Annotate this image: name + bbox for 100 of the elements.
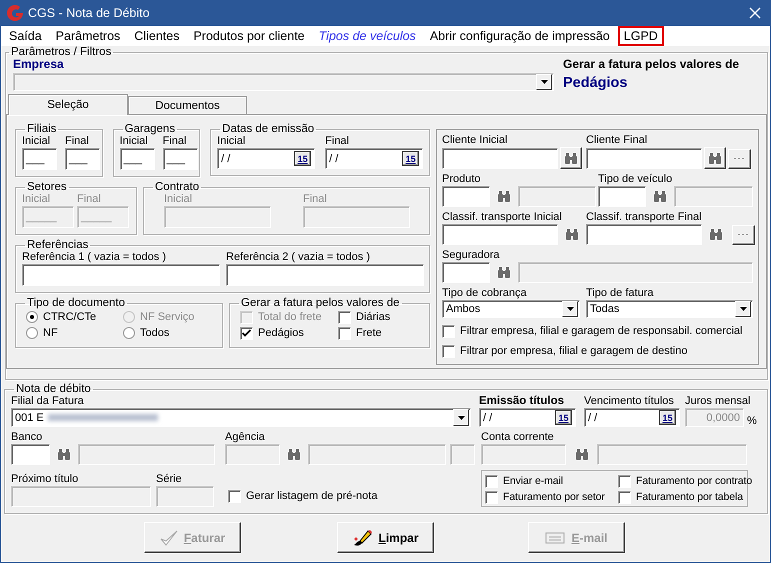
close-icon[interactable] [749,7,761,19]
field-label: Conta corrente [481,431,555,444]
binoculars-icon [497,191,511,202]
field-label: Classif. transporte Inicial [442,211,563,224]
input-field[interactable]: / / 15 [325,148,424,169]
radio-label: NF [43,327,58,339]
checkmark-icon [242,329,251,337]
checkbox-label: Filtrar por empresa, filial e garagem de destino [460,345,688,357]
input-field[interactable] [586,148,702,169]
field-label: Inicial [120,135,149,148]
tab[interactable]: Seleção [8,94,128,115]
group-title: Nota de débito [15,383,92,395]
binoculars-icon [57,449,71,460]
calendar-button[interactable]: 15 [294,151,312,166]
menu-item[interactable]: LGPD [618,26,664,46]
app-logo-icon [6,4,24,22]
input-field[interactable] [586,224,702,245]
checkbox[interactable] [240,326,253,340]
checkbox[interactable] [442,324,455,338]
binoculars-icon [287,449,301,460]
menu-item[interactable]: Abrir configuração de impressão [424,26,616,46]
dropdown-button[interactable] [453,409,469,426]
checkmark-icon [160,530,178,546]
field-label: Próximo título [11,473,80,486]
field-label: Final [325,135,350,148]
description-field [450,444,475,465]
checkbox[interactable] [338,310,351,324]
checkbox[interactable] [228,490,241,502]
checkbox[interactable] [618,490,631,504]
input-field[interactable]: / / 15 [217,148,316,169]
group-title: Parâmetros / Filtros [10,46,112,58]
field-label: Final [162,135,188,148]
menu-item[interactable]: Clientes [128,26,186,46]
value-text: Pedágios [563,75,628,91]
more-button[interactable] [732,225,755,245]
input-field[interactable] [442,148,558,169]
input-field[interactable] [442,186,490,207]
checkbox[interactable] [485,474,498,488]
input-field[interactable]: / / 15 [479,408,576,427]
calendar-button[interactable]: 15 [402,151,420,166]
field-label: Agência [225,431,266,444]
group-title: Contrato [154,181,200,193]
field-label: Final [65,135,90,148]
field-label: Gerar a fatura pelos valores de [563,58,740,73]
checkbox-label: Gerar listagem de pré-nota [246,490,378,502]
input-field[interactable] [22,264,220,286]
input-field[interactable]: ___ [120,148,155,170]
input-field[interactable] [598,186,646,207]
dropdown-button[interactable] [562,301,578,317]
checkbox-label: Enviar e-mail [503,475,563,487]
dropdown-button[interactable] [735,301,751,317]
checkbox-label: Faturamento por contrato [636,475,752,487]
input-field[interactable]: ___ [162,148,198,170]
radio-button[interactable] [26,327,38,339]
checkbox[interactable] [618,474,631,488]
radio-label: CTRC/CTe [43,311,96,323]
more-button[interactable] [728,149,751,169]
input-field[interactable] [226,264,424,286]
field-label: Inicial [217,135,246,148]
checkbox-label: Diárias [356,311,390,323]
group-title: Filiais [26,123,58,135]
menu-item[interactable]: Saída [3,26,48,46]
input-field[interactable]: ___ [22,148,57,170]
dropdown-field[interactable]: 001 E [11,408,471,427]
binoculars-icon [708,152,722,164]
group-title: Gerar a fatura pelos valores de [240,297,401,309]
input-field[interactable]: ___ [65,148,100,170]
search-button[interactable] [704,147,726,169]
dropdown-field[interactable]: Todas [586,300,753,318]
calendar-button[interactable]: 15 [659,410,676,425]
field-label: Cliente Final [586,134,648,147]
input-field[interactable] [11,444,50,465]
field-label: Final [77,193,102,206]
menu-item[interactable]: Tipos de veículos [312,26,422,46]
field-label: Inicial [164,193,194,206]
binoculars-icon [653,191,667,202]
tab[interactable]: Documentos [128,96,247,114]
input-field[interactable] [442,262,490,283]
input-field[interactable] [442,224,558,245]
menu-item[interactable]: Parâmetros [50,26,126,46]
action-button[interactable]: Limpar [337,522,434,553]
input-field[interactable]: / / 15 [584,408,680,427]
menu-item[interactable]: Produtos por cliente [187,26,311,46]
checkbox[interactable] [442,344,455,358]
radio-button[interactable] [123,327,135,339]
field-label: Emissão títulos [479,395,565,408]
binoculars-icon [564,152,578,164]
field-label: Vencimento títulos [584,395,675,408]
dropdown-field[interactable]: Ambos [442,300,580,318]
radio-button[interactable] [26,311,38,323]
field-label: Empresa [13,58,65,73]
checkbox[interactable] [485,490,498,504]
field-label: Banco [11,431,44,444]
checkbox[interactable] [338,326,351,340]
search-button[interactable] [560,147,582,169]
window-title: CGS - Nota de Débito [28,6,151,20]
field-label: Classif. transporte Final [586,211,703,224]
calendar-button[interactable]: 15 [555,410,572,425]
binoculars-icon [565,229,579,240]
field-label: Tipo de cobrança [442,287,528,300]
